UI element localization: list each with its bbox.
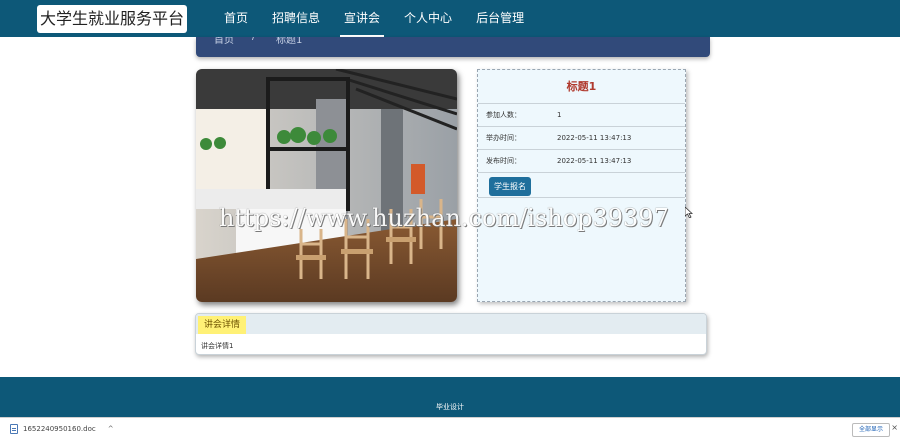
nav-item-home[interactable]: 首页 [212, 0, 260, 37]
download-filename: 1652240950160.doc [23, 425, 96, 433]
publish-time-value: 2022-05-11 13:47:13 [557, 157, 632, 165]
seminar-detail-section: 讲会详情 讲会详情1 [195, 313, 707, 355]
main-nav: 首页 招聘信息 宣讲会 个人中心 后台管理 [212, 0, 536, 37]
nav-item-jobs[interactable]: 招聘信息 [260, 0, 332, 37]
seminar-title: 标题1 [478, 70, 685, 104]
download-item[interactable]: 1652240950160.doc ^ [10, 424, 114, 434]
document-icon [10, 424, 18, 434]
page-footer: 毕业设计 [0, 377, 900, 417]
download-bar: 1652240950160.doc ^ 全部显示 × [0, 417, 900, 441]
publish-time-label: 发布时间： [486, 157, 521, 165]
site-title[interactable]: 大学生就业服务平台 [37, 5, 187, 33]
chevron-up-icon[interactable]: ^ [108, 425, 114, 433]
student-apply-button[interactable]: 学生报名 [489, 177, 531, 196]
seminar-info-panel: 标题1 参加人数： 1 举办时间： 2022-05-11 13:47:13 发布… [477, 69, 686, 302]
detail-header: 讲会详情 [196, 314, 706, 334]
event-photo [196, 69, 457, 302]
top-navbar: 大学生就业服务平台 首页 招聘信息 宣讲会 个人中心 后台管理 [0, 0, 900, 37]
detail-tab[interactable]: 讲会详情 [198, 316, 247, 334]
held-time-value: 2022-05-11 13:47:13 [557, 134, 632, 142]
nav-item-seminars[interactable]: 宣讲会 [332, 0, 392, 37]
show-all-button[interactable]: 全部显示 [851, 423, 890, 437]
info-row-participants: 参加人数： 1 [478, 104, 685, 127]
breadcrumb-home[interactable]: 首页 [214, 37, 234, 46]
nav-item-admin[interactable]: 后台管理 [464, 0, 536, 37]
participants-value: 1 [557, 111, 562, 119]
info-row-publish-time: 发布时间： 2022-05-11 13:47:13 [478, 150, 685, 173]
info-row-held-time: 举办时间： 2022-05-11 13:47:13 [478, 127, 685, 150]
breadcrumb: 首页 / 标题1 [196, 37, 710, 57]
close-icon[interactable]: × [891, 423, 898, 432]
cafe-interior-image [196, 69, 457, 302]
action-row: 学生报名 [478, 173, 685, 198]
watermark-text: https://www.huzhan.com/ishop39397 [219, 204, 669, 232]
breadcrumb-current: 标题1 [276, 37, 303, 46]
held-time-label: 举办时间： [486, 134, 521, 142]
breadcrumb-separator: / [252, 37, 255, 42]
participants-label: 参加人数： [486, 111, 521, 119]
footer-text: 毕业设计 [436, 403, 464, 411]
mouse-cursor-icon [685, 207, 693, 218]
detail-content: 讲会详情1 [201, 342, 234, 350]
nav-item-profile[interactable]: 个人中心 [392, 0, 464, 37]
